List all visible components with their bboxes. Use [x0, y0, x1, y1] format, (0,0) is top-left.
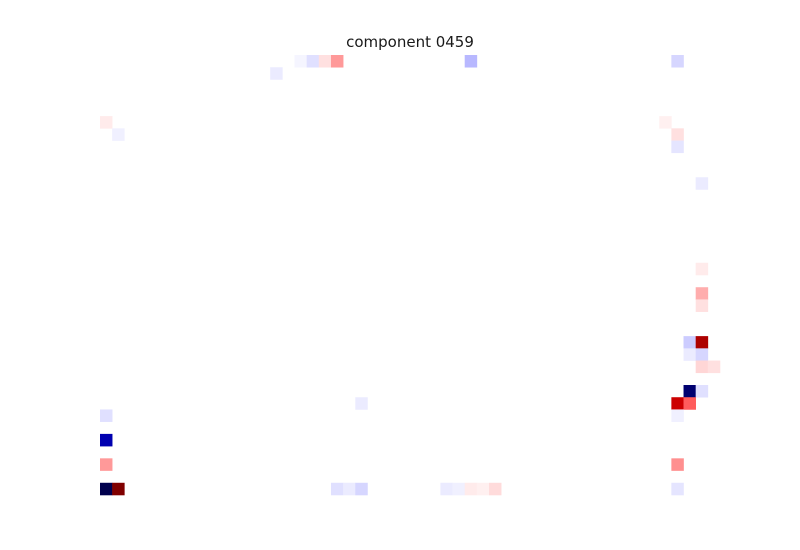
heatmap-cell — [330, 482, 344, 496]
heatmap-cell — [707, 360, 721, 374]
heatmap-cell — [683, 336, 696, 349]
heatmap-cell — [683, 348, 696, 361]
heatmap-cell — [671, 128, 684, 141]
heatmap-cell — [671, 458, 684, 471]
heatmap-cell — [464, 482, 478, 496]
heatmap — [100, 55, 721, 496]
heatmap-cell — [695, 348, 709, 361]
heatmap-cell — [100, 433, 113, 447]
heatmap-cell — [671, 482, 684, 496]
heatmap-cell — [671, 397, 684, 410]
heatmap-cell — [489, 482, 502, 496]
heatmap-cell — [294, 55, 307, 68]
heatmap-cell — [695, 177, 709, 190]
heatmap-cell — [330, 55, 344, 68]
heatmap-cell — [100, 482, 113, 496]
heatmap-cell — [440, 482, 453, 496]
heatmap-cell — [343, 482, 356, 496]
heatmap-cell — [695, 360, 709, 374]
heatmap-cell — [270, 67, 283, 80]
heatmap-cell — [683, 397, 696, 410]
heatmap-cell — [695, 385, 709, 398]
heatmap-cell — [695, 262, 709, 276]
heatmap-cell — [100, 458, 113, 471]
heatmap-cell — [695, 299, 709, 312]
heatmap-cell — [695, 336, 709, 349]
heatmap-cell — [464, 55, 478, 68]
heatmap-cell — [355, 397, 368, 410]
heatmap-cell — [476, 482, 490, 496]
heatmap-cell — [695, 287, 709, 300]
heatmap-cell — [100, 409, 113, 422]
heatmap-cell — [659, 116, 672, 129]
heatmap-cells — [100, 55, 721, 496]
heatmap-cell — [671, 409, 684, 422]
heatmap-background — [100, 55, 720, 495]
heatmap-cell — [112, 128, 125, 141]
heatmap-cell — [112, 482, 125, 496]
heatmap-cell — [355, 482, 368, 496]
heatmap-cell — [318, 55, 332, 68]
heatmap-cell — [306, 55, 320, 68]
heatmap-cell — [452, 482, 466, 496]
heatmap-cell — [100, 116, 113, 129]
heatmap-cell — [683, 385, 696, 398]
heatmap-cell — [671, 55, 684, 68]
heatmap-cell — [671, 140, 684, 154]
